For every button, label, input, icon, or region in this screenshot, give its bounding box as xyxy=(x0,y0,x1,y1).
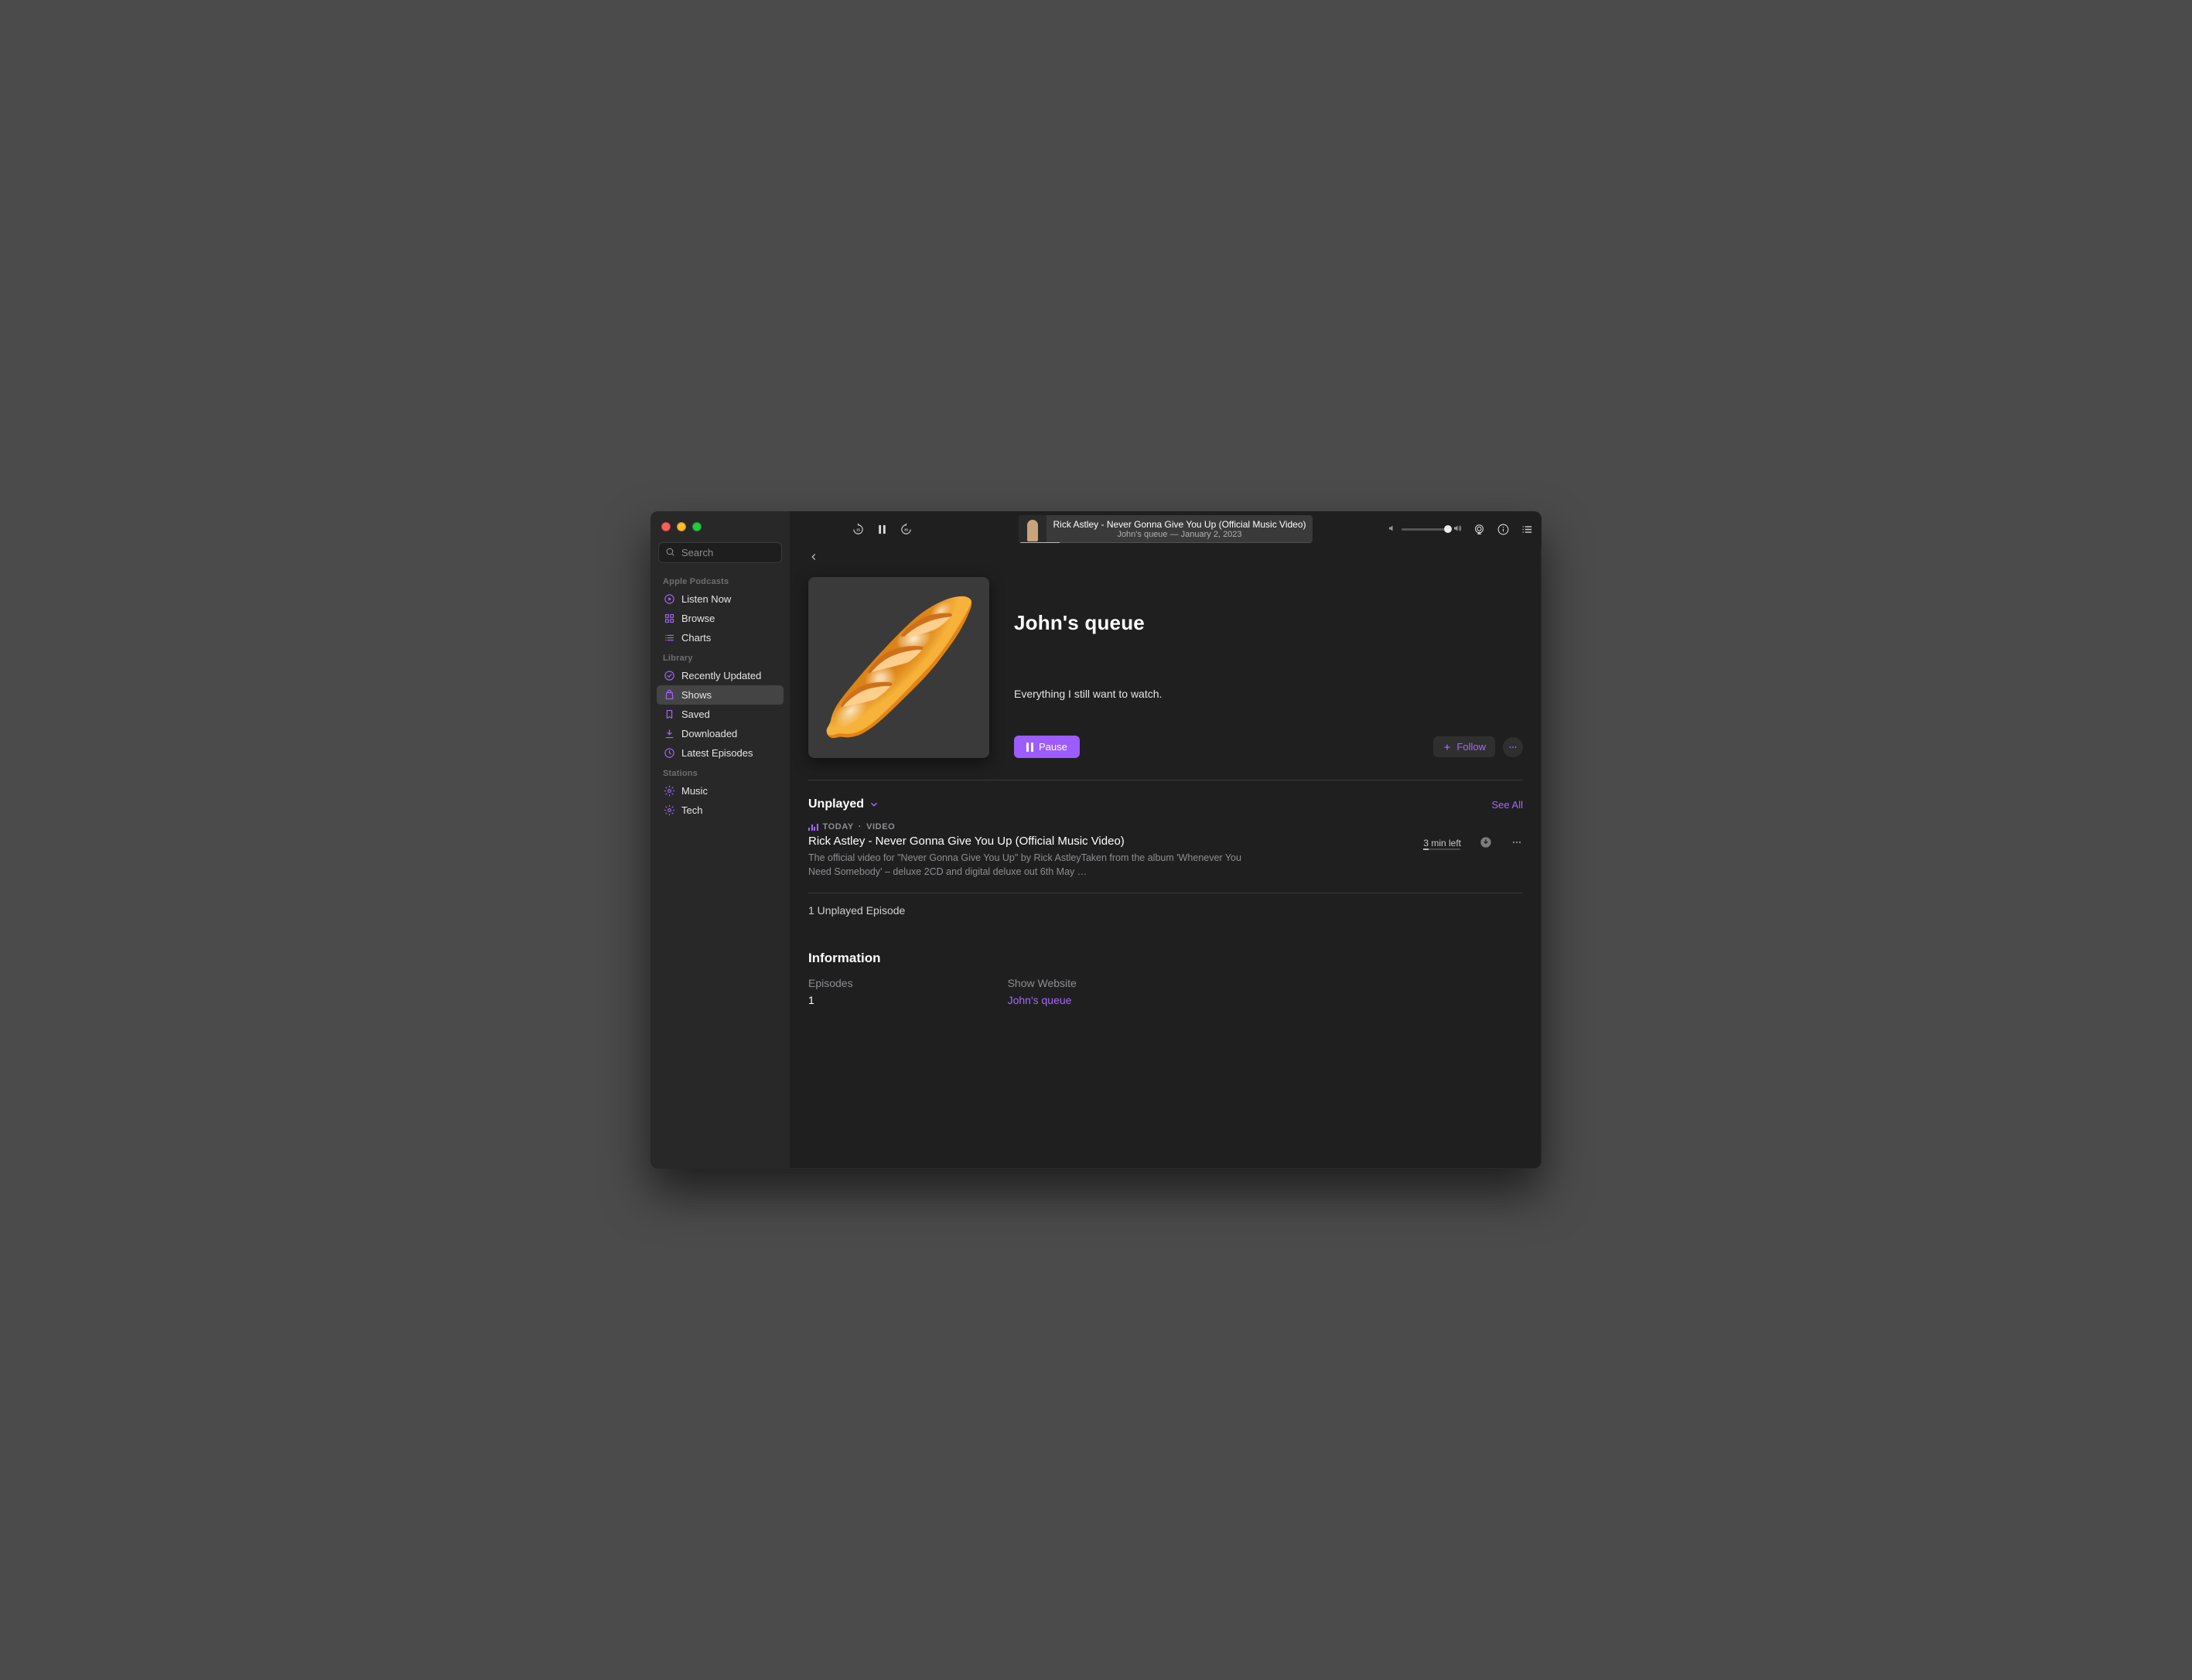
info-episodes-value: 1 xyxy=(808,994,853,1006)
episode-description: The official video for "Never Gonna Give… xyxy=(808,851,1241,879)
now-playing-progress[interactable] xyxy=(1019,542,1313,543)
search-field[interactable] xyxy=(658,542,782,563)
info-episodes-label: Episodes xyxy=(808,977,853,989)
sidebar-item-label: Saved xyxy=(681,709,710,720)
sidebar-section-title: Stations xyxy=(657,763,784,781)
skip-back-15-button[interactable]: 15 xyxy=(852,523,865,536)
back-button[interactable] xyxy=(808,553,819,565)
sidebar-item-music[interactable]: Music xyxy=(657,781,784,801)
sidebar-item-label: Music xyxy=(681,785,708,797)
more-button[interactable] xyxy=(1503,737,1523,757)
window-minimize-button[interactable] xyxy=(677,522,686,531)
chevron-down-icon xyxy=(869,799,879,810)
episode-more-button[interactable] xyxy=(1511,836,1523,851)
episode-row[interactable]: TODAY · VIDEO Rick Astley - Never Gonna … xyxy=(808,819,1523,893)
sidebar-item-label: Downloaded xyxy=(681,728,737,739)
download-icon xyxy=(663,728,675,739)
playing-bars-icon xyxy=(808,823,818,831)
artwork-emoji: 🥖 xyxy=(817,602,981,733)
sidebar-item-recently-updated[interactable]: Recently Updated xyxy=(657,666,784,685)
sidebar-item-label: Recently Updated xyxy=(681,670,761,681)
sidebar-item-shows[interactable]: Shows xyxy=(657,685,784,705)
clock-check-icon xyxy=(663,670,675,681)
search-icon xyxy=(665,547,675,559)
show-artwork: 🥖 xyxy=(808,577,989,758)
volume-slider[interactable] xyxy=(1402,528,1448,531)
sidebar-section-title: Apple Podcasts xyxy=(657,571,784,589)
volume-low-icon xyxy=(1388,524,1397,535)
volume-high-icon xyxy=(1453,524,1462,535)
info-button[interactable] xyxy=(1497,523,1510,536)
pause-button[interactable] xyxy=(876,523,889,536)
sidebar-item-downloaded[interactable]: Downloaded xyxy=(657,724,784,743)
sidebar-item-label: Listen Now xyxy=(681,593,731,605)
see-all-link[interactable]: See All xyxy=(1492,799,1523,811)
play-circle-icon xyxy=(663,593,675,605)
sidebar-item-charts[interactable]: Charts xyxy=(657,628,784,647)
info-website-link[interactable]: John's queue xyxy=(1008,994,1072,1006)
content-body: 🥖 John's queue Everything I still want t… xyxy=(790,547,1542,1169)
now-playing-text: Rick Astley - Never Gonna Give You Up (O… xyxy=(1046,519,1313,539)
sidebar-item-label: Latest Episodes xyxy=(681,747,753,759)
information-section: Information Episodes 1 Show Website John… xyxy=(808,917,1523,1006)
main-column: 15 30 Rick Astley - Never Gonna Give You… xyxy=(790,511,1542,1169)
sidebar-section-title: Library xyxy=(657,647,784,666)
queue-button[interactable] xyxy=(1521,523,1534,536)
now-playing-subtitle: John's queue — January 2, 2023 xyxy=(1053,530,1306,539)
sidebar-item-latest-episodes[interactable]: Latest Episodes xyxy=(657,743,784,763)
show-header: 🥖 John's queue Everything I still want t… xyxy=(808,565,1523,780)
sidebar-item-label: Shows xyxy=(681,689,712,701)
episodes-filter[interactable]: Unplayed xyxy=(808,797,879,811)
pause-label: Pause xyxy=(1039,742,1067,752)
info-website-label: Show Website xyxy=(1008,977,1077,989)
show-title: John's queue xyxy=(1014,611,1523,635)
download-episode-button[interactable] xyxy=(1480,836,1492,851)
app-window: Apple Podcasts Listen Now Browse Charts Libr… xyxy=(650,511,1542,1169)
window-close-button[interactable] xyxy=(661,522,671,531)
bookmark-icon xyxy=(663,709,675,720)
svg-text:30: 30 xyxy=(904,528,908,531)
now-playing[interactable]: Rick Astley - Never Gonna Give You Up (O… xyxy=(1019,515,1313,543)
playback-controls: 15 30 xyxy=(852,523,913,536)
information-heading: Information xyxy=(808,951,1523,966)
sidebar-item-saved[interactable]: Saved xyxy=(657,705,784,724)
sidebar-item-label: Tech xyxy=(681,804,702,816)
now-playing-artwork xyxy=(1019,515,1046,543)
now-playing-title: Rick Astley - Never Gonna Give You Up (O… xyxy=(1053,519,1306,530)
sidebar-item-browse[interactable]: Browse xyxy=(657,609,784,628)
list-icon xyxy=(663,632,675,644)
sidebar-item-listen-now[interactable]: Listen Now xyxy=(657,589,784,609)
airplay-button[interactable] xyxy=(1473,523,1486,536)
grid-icon xyxy=(663,613,675,624)
skip-fwd-30-button[interactable]: 30 xyxy=(900,523,913,536)
sidebar-item-tech[interactable]: Tech xyxy=(657,801,784,820)
show-description: Everything I still want to watch. xyxy=(1014,688,1523,700)
window-zoom-button[interactable] xyxy=(692,522,702,531)
gear-icon xyxy=(663,804,675,816)
episode-kicker: TODAY · VIDEO xyxy=(808,822,1303,831)
volume-control[interactable] xyxy=(1388,524,1462,535)
episode-progress xyxy=(1423,849,1460,850)
bag-icon xyxy=(663,689,675,701)
episodes-section: Unplayed See All TODAY · VIDEO Rick Astl… xyxy=(808,780,1523,917)
window-traffic-lights xyxy=(657,519,784,542)
follow-label: Follow xyxy=(1456,742,1486,752)
sidebar: Apple Podcasts Listen Now Browse Charts Libr… xyxy=(650,511,790,1169)
follow-button[interactable]: Follow xyxy=(1433,736,1495,757)
gear-icon xyxy=(663,785,675,797)
svg-text:15: 15 xyxy=(856,528,860,531)
unplayed-summary: 1 Unplayed Episode xyxy=(808,893,1523,917)
sidebar-item-label: Charts xyxy=(681,632,711,644)
play-pause-button[interactable]: Pause xyxy=(1014,736,1080,758)
player-toolbar: 15 30 Rick Astley - Never Gonna Give You… xyxy=(790,511,1542,547)
sidebar-item-label: Browse xyxy=(681,613,715,624)
episode-time-left: 3 min left xyxy=(1423,838,1461,849)
episode-title: Rick Astley - Never Gonna Give You Up (O… xyxy=(808,835,1303,848)
clock-icon xyxy=(663,747,675,759)
